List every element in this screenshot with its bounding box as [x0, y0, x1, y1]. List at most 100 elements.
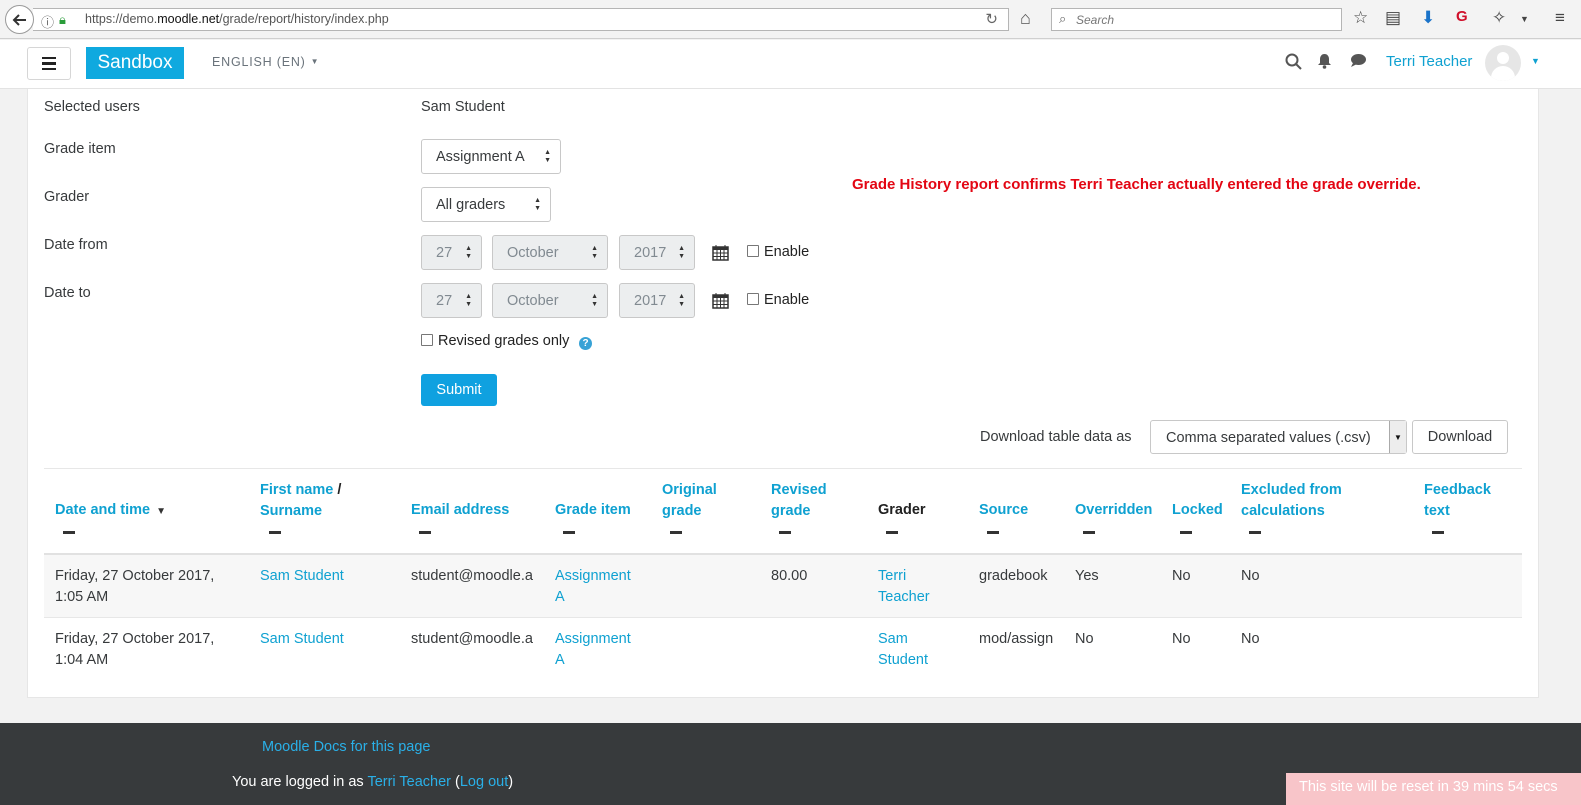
notifications-bell-icon[interactable]: [1317, 53, 1332, 74]
bookmark-star-icon[interactable]: ☆: [1353, 8, 1368, 28]
avatar[interactable]: [1485, 45, 1521, 81]
date-to-month-select[interactable]: October ▲ ▼: [492, 283, 608, 318]
row-grade-item-link[interactable]: Assignment A: [555, 566, 631, 607]
download-button[interactable]: Download: [1412, 420, 1508, 454]
column-header-email[interactable]: Email address: [411, 500, 509, 521]
row-grade-item-link[interactable]: Assignment A: [555, 629, 631, 670]
date-to-enable-checkbox[interactable]: [747, 293, 759, 305]
column-header-excluded[interactable]: Excluded from calculations: [1241, 480, 1342, 521]
footer-user-link[interactable]: Terri Teacher: [367, 774, 451, 790]
collapse-column-icon[interactable]: [1083, 531, 1095, 534]
grade-item-label: Grade item: [44, 141, 116, 157]
help-icon[interactable]: ?: [579, 337, 592, 350]
row-user-link[interactable]: Sam Student: [260, 629, 344, 650]
collapse-column-icon[interactable]: [1432, 531, 1444, 534]
collapse-column-icon[interactable]: [63, 531, 75, 534]
column-header-feedback[interactable]: Feedback text: [1424, 480, 1491, 521]
moodle-docs-link[interactable]: Moodle Docs for this page: [262, 739, 430, 755]
column-header-revised-grade[interactable]: Revised grade: [771, 480, 827, 521]
download-format-select[interactable]: Comma separated values (.csv) ▼: [1150, 420, 1407, 454]
collapse-column-icon[interactable]: [670, 531, 682, 534]
collapse-column-icon[interactable]: [419, 531, 431, 534]
menu-icon[interactable]: ≡: [1555, 8, 1565, 28]
date-from-year-select[interactable]: 2017 ▲ ▼: [619, 235, 695, 270]
site-brand[interactable]: Sandbox: [86, 47, 184, 79]
date-from-day-select[interactable]: 27 ▲ ▼: [421, 235, 482, 270]
download-icon[interactable]: ⬇: [1421, 8, 1435, 28]
select-arrows-icon: ▲ ▼: [591, 245, 598, 260]
revised-only-checkbox[interactable]: [421, 334, 433, 346]
date-from-year: 2017: [634, 244, 667, 261]
browser-search-input[interactable]: ⌕ Search: [1051, 8, 1342, 31]
column-header-original-grade[interactable]: Original grade: [662, 480, 717, 521]
user-menu-name[interactable]: Terri Teacher: [1386, 53, 1472, 70]
caret-down-icon: ▼: [310, 57, 320, 66]
info-icon[interactable]: ⓘ: [41, 12, 54, 31]
calendar-icon[interactable]: [712, 292, 729, 314]
extension-gm-icon[interactable]: G: [1456, 8, 1468, 25]
row-grader-link[interactable]: Terri Teacher: [878, 566, 930, 607]
date-to-year-select[interactable]: 2017 ▲ ▼: [619, 283, 695, 318]
header-feedback-line1: Feedback: [1424, 482, 1491, 498]
selected-users-label: Selected users: [44, 99, 140, 115]
grade-item-select[interactable]: Assignment A ▲ ▼: [421, 139, 561, 174]
row-locked: No: [1172, 568, 1191, 584]
column-header-name: First name / Surname: [260, 480, 341, 521]
column-header-first-name[interactable]: First name: [260, 482, 333, 498]
reload-icon[interactable]: ↻: [985, 10, 998, 28]
column-header-source[interactable]: Source: [979, 500, 1028, 521]
submit-button[interactable]: Submit: [421, 374, 497, 406]
grader-select[interactable]: All graders ▲ ▼: [421, 187, 551, 222]
collapse-column-icon[interactable]: [563, 531, 575, 534]
header-excluded-line1: Excluded from: [1241, 482, 1342, 498]
row-excluded: No: [1241, 631, 1260, 647]
address-bar[interactable]: ⓘ 🔒︎ https://demo.moodle.net/grade/repor…: [33, 8, 1009, 31]
row-grader-link[interactable]: Sam Student: [878, 629, 928, 670]
date-from-month-select[interactable]: October ▲ ▼: [492, 235, 608, 270]
date-to-enable-label: Enable: [764, 292, 810, 308]
row-overridden: Yes: [1075, 568, 1099, 584]
search-placeholder: Search: [1076, 13, 1115, 27]
home-icon[interactable]: ⌂: [1020, 8, 1031, 29]
date-to-day-select[interactable]: 27 ▲ ▼: [421, 283, 482, 318]
table-top-border: [44, 468, 1522, 469]
extension-icon[interactable]: ✧: [1492, 8, 1506, 28]
header-revised-line2: grade: [771, 502, 811, 519]
search-icon[interactable]: [1285, 53, 1302, 75]
date-to-month: October: [507, 292, 559, 309]
select-arrows-icon: ▲ ▼: [544, 149, 551, 164]
logout-link[interactable]: Log out: [460, 774, 508, 790]
back-button[interactable]: [5, 5, 34, 34]
row-excluded: No: [1241, 568, 1260, 584]
overflow-chevron-icon[interactable]: ▼: [1520, 14, 1529, 24]
nav-drawer-toggle[interactable]: [27, 47, 71, 80]
logged-in-info: You are logged in as Terri Teacher (Log …: [232, 774, 514, 790]
language-menu[interactable]: ENGLISH (EN) ▼: [212, 55, 319, 69]
selected-users-value: Sam Student: [421, 99, 505, 115]
messages-icon[interactable]: [1350, 53, 1367, 73]
collapse-column-icon[interactable]: [269, 531, 281, 534]
date-from-enable-checkbox[interactable]: [747, 245, 759, 257]
header-revised-line1: Revised: [771, 482, 827, 498]
back-arrow-icon: [12, 13, 26, 26]
caret-down-icon[interactable]: ▼: [1531, 56, 1540, 66]
collapse-column-icon[interactable]: [1249, 531, 1261, 534]
column-header-date[interactable]: Date and time ▼: [55, 500, 166, 523]
column-header-surname[interactable]: Surname: [260, 503, 322, 519]
reading-list-icon[interactable]: ▤: [1385, 8, 1401, 28]
calendar-icon[interactable]: [712, 244, 729, 266]
row-user-link[interactable]: Sam Student: [260, 566, 344, 587]
browser-toolbar: ⓘ 🔒︎ https://demo.moodle.net/grade/repor…: [0, 0, 1581, 39]
site-reset-notice: This site will be reset in 39 mins 54 se…: [1286, 773, 1581, 805]
column-header-date-label: Date and time: [55, 502, 151, 518]
revised-only-label: Revised grades only: [438, 333, 570, 349]
row-email: student@moodle.a: [411, 568, 533, 584]
column-header-overridden[interactable]: Overridden: [1075, 500, 1152, 521]
collapse-column-icon[interactable]: [779, 531, 791, 534]
collapse-column-icon[interactable]: [886, 531, 898, 534]
select-arrows-icon: ▲ ▼: [678, 293, 685, 308]
collapse-column-icon[interactable]: [987, 531, 999, 534]
collapse-column-icon[interactable]: [1180, 531, 1192, 534]
column-header-locked[interactable]: Locked: [1172, 500, 1223, 521]
column-header-grade-item[interactable]: Grade item: [555, 500, 631, 521]
